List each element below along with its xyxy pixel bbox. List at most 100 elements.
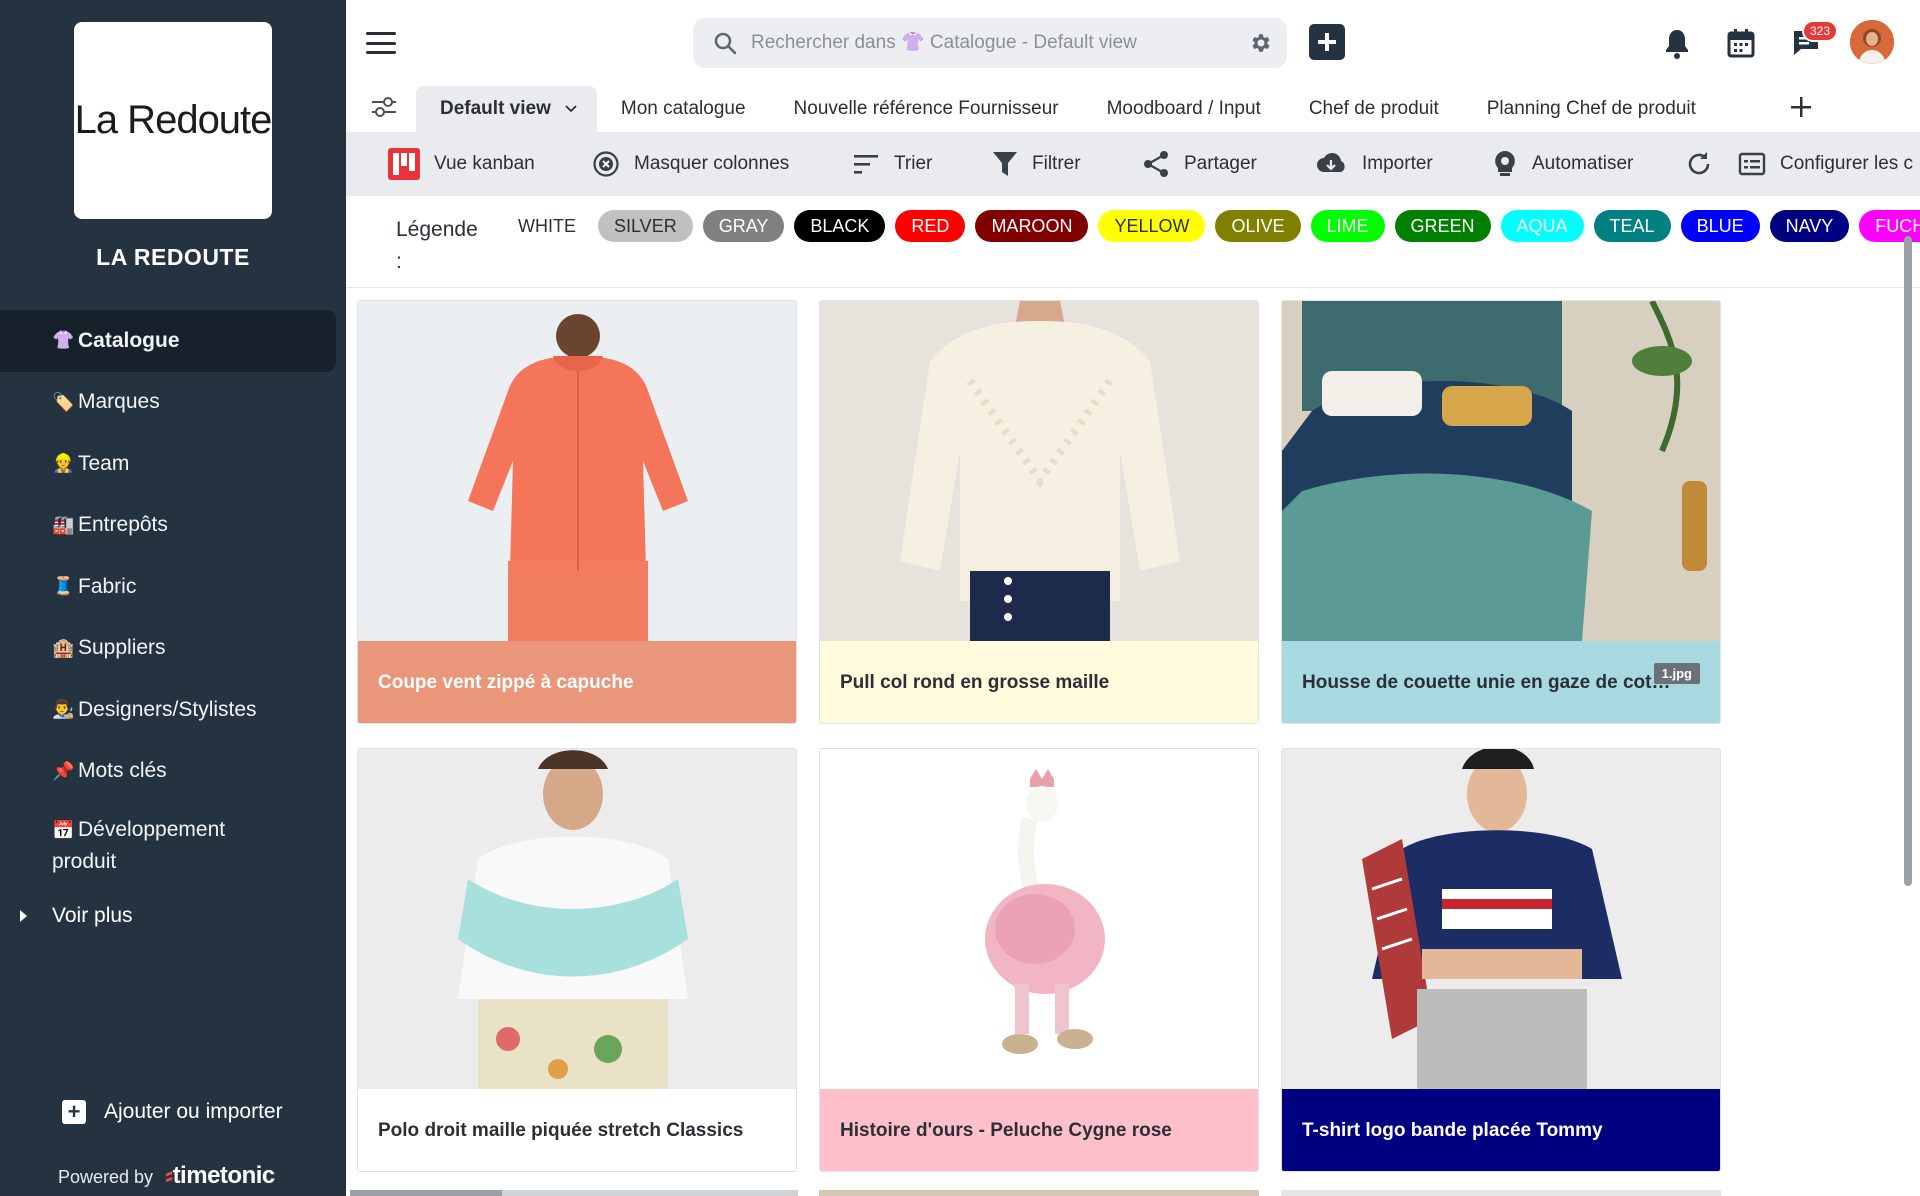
kanban-card[interactable]: Histoire d'ours - Peluche Cygne rose [819, 748, 1259, 1172]
card-footer: Coupe vent zippé à capuche [358, 641, 796, 723]
kanban-card[interactable]: Coupe vent zippé à capuche [357, 300, 797, 724]
tab-default-view[interactable]: Default view [416, 86, 597, 132]
tab-label: Default view [440, 98, 551, 119]
refresh-icon [1688, 152, 1710, 175]
menu-icon[interactable] [366, 32, 396, 54]
automate-label: Automatiser [1532, 153, 1634, 174]
card-config-icon [1738, 152, 1766, 176]
workspace-logo[interactable]: La Redoute [74, 22, 272, 219]
add-view-icon[interactable] [1790, 96, 1812, 118]
calendar-emoji-icon: 📅 [52, 820, 75, 840]
pushpin-icon: 📌 [52, 760, 75, 781]
share-label: Partager [1184, 153, 1257, 174]
avatar[interactable] [1850, 20, 1894, 64]
next-card-peek [819, 1190, 1259, 1196]
sort-button[interactable]: Trier [852, 132, 932, 196]
filter-label: Filtrer [1032, 153, 1081, 174]
tab-planning[interactable]: Planning Chef de produit [1463, 86, 1720, 132]
share-button[interactable]: Partager [1142, 132, 1257, 196]
refresh-button[interactable] [1686, 132, 1726, 196]
tab-nouvelle-reference[interactable]: Nouvelle référence Fournisseur [770, 86, 1083, 132]
card-title: Polo droit maille piquée stretch Classic… [378, 1120, 744, 1141]
sidebar-item-entrepots[interactable]: 🏭 Entrepôts [0, 495, 346, 557]
calendar-icon[interactable] [1727, 28, 1755, 58]
kanban-card[interactable]: Pull col rond en grosse maille [819, 300, 1259, 724]
sidebar-item-catalogue[interactable]: 👚 Catalogue [0, 310, 336, 372]
card-footer: Pull col rond en grosse maille [820, 641, 1258, 723]
factory-icon: 🏭 [52, 514, 75, 535]
vertical-scrollbar[interactable] [1904, 236, 1912, 886]
automation-icon [1495, 151, 1515, 176]
product-image [1282, 749, 1720, 1089]
import-label: Importer [1362, 153, 1433, 174]
chevron-down-icon [565, 105, 577, 113]
horizontal-scrollbar[interactable] [350, 1190, 502, 1196]
product-image [358, 301, 796, 641]
sidebar-item-label: Catalogue [78, 328, 180, 352]
legend-chip-olive: OLIVE [1215, 210, 1301, 242]
configure-cards-button[interactable]: Configurer les c [1738, 132, 1913, 196]
powered-by-label: Powered by [58, 1167, 154, 1187]
sidebar-item-marques[interactable]: 🏷️ Marques [0, 372, 346, 434]
bell-icon[interactable] [1663, 28, 1691, 60]
legend-chip-silver: SILVER [598, 210, 693, 242]
tab-moodboard[interactable]: Moodboard / Input [1083, 86, 1285, 132]
legend-chip-black: BLACK [794, 210, 886, 242]
tab-mon-catalogue[interactable]: Mon catalogue [597, 86, 770, 132]
sidebar: La Redoute LA REDOUTE 👚 Catalogue 🏷️ Mar… [0, 0, 346, 1196]
color-legend: Légende : WHITE SILVER GRAY BLACK RED MAROON Y… [346, 196, 1920, 288]
hotel-icon: 🏨 [52, 637, 75, 658]
kanban-icon [388, 148, 420, 180]
legend-chip-navy: NAVY [1769, 210, 1850, 242]
legend-chip-lime: LIME [1310, 210, 1385, 242]
sidebar-item-label: Marques [78, 390, 160, 414]
search-bar [693, 18, 1287, 68]
sidebar-item-developpement[interactable]: 📅 Développement produit [0, 802, 346, 880]
legend-chip-aqua: AQUA [1500, 210, 1584, 242]
sidebar-item-fabric[interactable]: 🧵 Fabric [0, 556, 346, 618]
legend-chip-yellow: YELLOW [1098, 210, 1206, 242]
tab-label: Chef de produit [1308, 98, 1439, 119]
tab-chef-de-produit[interactable]: Chef de produit [1285, 86, 1463, 132]
import-button[interactable]: Importer [1314, 132, 1433, 196]
filter-icon [993, 152, 1017, 176]
close-circle-icon [593, 151, 619, 177]
add-or-import-button[interactable]: + Ajouter ou importer [62, 1100, 283, 1124]
card-title: Pull col rond en grosse maille [840, 672, 1110, 693]
kanban-card[interactable]: Housse de couette unie en gaze de coton … [1281, 300, 1721, 724]
sidebar-item-mots-cles[interactable]: 📌 Mots clés [0, 741, 346, 803]
automate-button[interactable]: Automatiser [1492, 132, 1633, 196]
sidebar-item-suppliers[interactable]: 🏨 Suppliers [0, 618, 346, 680]
gear-icon[interactable] [1249, 31, 1273, 55]
more-label: Voir plus [52, 904, 133, 927]
kanban-card[interactable]: Polo droit maille piquée stretch Classic… [357, 748, 797, 1172]
hide-columns-button[interactable]: Masquer colonnes [592, 132, 789, 196]
sort-icon [854, 155, 878, 174]
sidebar-nav: 👚 Catalogue 🏷️ Marques 👷 Team 🏭 Entrepôt… [0, 310, 346, 880]
add-record-button[interactable] [1309, 24, 1345, 60]
search-icon [714, 32, 737, 55]
brand-logo[interactable]: ⸗timetonic [165, 1162, 275, 1190]
product-image [820, 301, 1258, 641]
brand-name: timetonic [172, 1162, 276, 1189]
filter-button[interactable]: Filtrer [992, 132, 1081, 196]
sidebar-item-label: Designers/Stylistes [78, 697, 257, 721]
sidebar-item-label: Team [78, 451, 130, 475]
tab-label: Moodboard / Input [1106, 98, 1261, 119]
file-name-badge: 1.jpg [1653, 663, 1700, 684]
kanban-view-button[interactable]: Vue kanban [388, 132, 535, 196]
tab-label: Nouvelle référence Fournisseur [793, 98, 1059, 119]
view-settings-icon[interactable] [370, 93, 398, 121]
logo-text: La Redoute [74, 98, 273, 142]
search-input[interactable] [751, 32, 1221, 54]
legend-chip-blue: BLUE [1680, 210, 1760, 242]
kanban-card[interactable]: T-shirt logo bande placée Tommy [1281, 748, 1721, 1172]
legend-chip-gray: GRAY [702, 210, 785, 242]
sidebar-item-designers[interactable]: 👨‍🎨 Designers/Stylistes [0, 679, 346, 741]
kanban-label: Vue kanban [434, 153, 535, 174]
sidebar-item-team[interactable]: 👷 Team [0, 433, 346, 495]
workspace-name: LA REDOUTE [96, 244, 250, 270]
sidebar-more-button[interactable]: Voir plus [0, 886, 346, 946]
add-import-label: Ajouter ou importer [104, 1100, 283, 1123]
caret-right-icon [20, 910, 27, 922]
